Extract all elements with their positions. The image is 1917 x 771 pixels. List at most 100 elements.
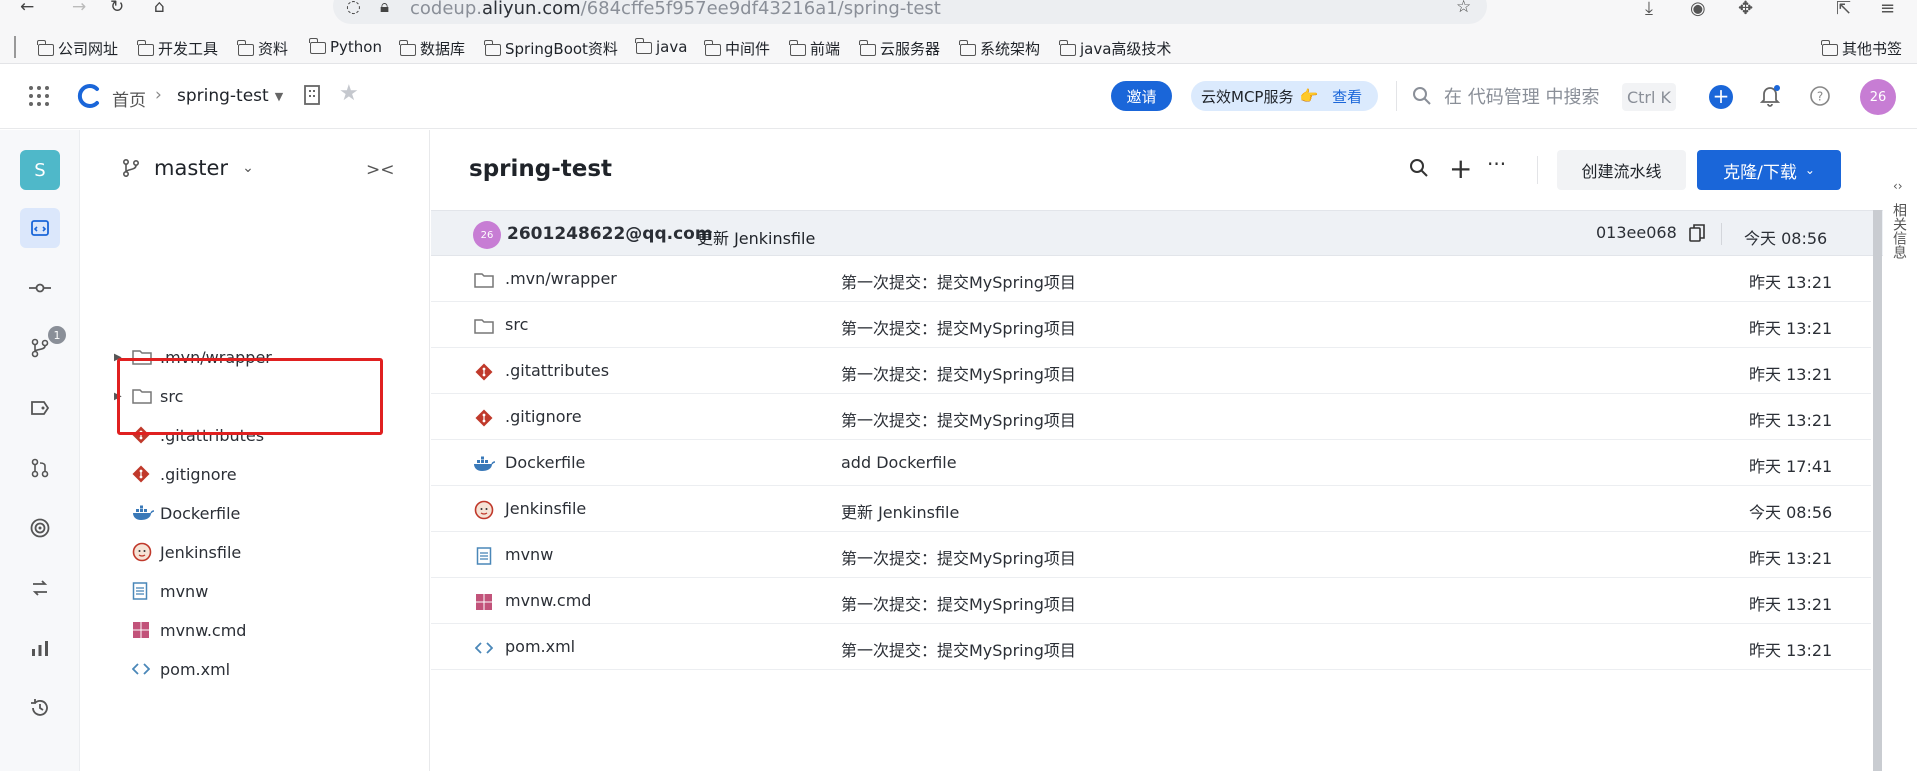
- code-home-icon[interactable]: [20, 208, 60, 248]
- create-plus-button[interactable]: +: [1709, 85, 1733, 109]
- bookmark-folder[interactable]: 系统架构: [959, 38, 1040, 59]
- history-icon[interactable]: [20, 688, 60, 728]
- bookmark-folder[interactable]: Python: [309, 38, 382, 56]
- space-avatar[interactable]: S: [20, 150, 60, 190]
- other-bookmarks[interactable]: 其他书签: [1821, 38, 1902, 59]
- commit-hash[interactable]: 013ee068: [1596, 223, 1677, 242]
- home-icon[interactable]: ⌂: [154, 0, 165, 16]
- related-info-tab[interactable]: ‹› 相关信息: [1883, 175, 1917, 275]
- bookmark-folder[interactable]: SpringBoot资料: [484, 38, 618, 59]
- bookmark-star-icon[interactable]: ☆: [1456, 0, 1471, 16]
- docker-icon: [132, 505, 160, 521]
- bookmark-folder[interactable]: 开发工具: [137, 38, 218, 59]
- table-row[interactable]: .mvn/wrapper 第一次提交：提交MySpring项目 昨天 13:21: [431, 256, 1871, 302]
- mcp-service-banner[interactable]: 云效MCP服务 👉 查看: [1191, 81, 1378, 111]
- menu-icon[interactable]: ≡: [1880, 0, 1895, 19]
- table-row[interactable]: pom.xml 第一次提交：提交MySpring项目 昨天 13:21: [431, 624, 1871, 670]
- file-commit-message[interactable]: 第一次提交：提交MySpring项目: [841, 361, 1076, 385]
- merge-request-icon[interactable]: [20, 448, 60, 488]
- scrollbar[interactable]: [1873, 210, 1882, 771]
- commits-icon[interactable]: [20, 268, 60, 308]
- clone-download-button[interactable]: 克隆/下载 ⌄: [1697, 150, 1841, 190]
- file-name[interactable]: src: [505, 315, 528, 334]
- file-name[interactable]: Dockerfile: [505, 453, 585, 472]
- breadcrumb-home[interactable]: 首页: [112, 86, 146, 111]
- file-name[interactable]: .mvn/wrapper: [505, 269, 617, 288]
- target-icon[interactable]: [20, 508, 60, 548]
- extensions-icon[interactable]: ✥: [1738, 0, 1753, 19]
- file-commit-message[interactable]: 第一次提交：提交MySpring项目: [841, 545, 1076, 569]
- tag-icon[interactable]: [20, 388, 60, 428]
- mcp-view-link[interactable]: 查看: [1332, 86, 1362, 107]
- commit-author[interactable]: 2601248622@qq.com: [507, 224, 713, 244]
- table-row[interactable]: .gitignore 第一次提交：提交MySpring项目 昨天 13:21: [431, 394, 1871, 440]
- bookmark-folder[interactable]: 公司网址: [37, 38, 118, 59]
- file-commit-message[interactable]: 第一次提交：提交MySpring项目: [841, 637, 1076, 661]
- search-icon[interactable]: [1409, 158, 1429, 183]
- bookmark-folder[interactable]: 数据库: [399, 38, 465, 59]
- avatar[interactable]: 26: [473, 221, 501, 249]
- user-avatar[interactable]: 26: [1860, 79, 1896, 115]
- bookmark-folder[interactable]: 中间件: [704, 38, 770, 59]
- tree-item-file[interactable]: mvnw.cmd: [114, 617, 246, 643]
- reload-icon[interactable]: ↻: [110, 0, 124, 16]
- file-commit-message[interactable]: add Dockerfile: [841, 453, 957, 472]
- bar-chart-icon[interactable]: [20, 628, 60, 668]
- bookmark-folder[interactable]: 云服务器: [859, 38, 940, 59]
- file-commit-message[interactable]: 第一次提交：提交MySpring项目: [841, 407, 1076, 431]
- file-name[interactable]: .gitignore: [505, 407, 582, 426]
- copy-icon[interactable]: [1689, 224, 1705, 246]
- breadcrumb-repo[interactable]: spring-test ▼: [177, 86, 283, 106]
- jenkins-icon: [132, 542, 160, 562]
- codeup-logo-icon[interactable]: [76, 83, 102, 109]
- bookmark-folder[interactable]: java: [635, 38, 687, 56]
- table-row[interactable]: Dockerfile add Dockerfile 昨天 17:41: [431, 440, 1871, 486]
- tree-item-file[interactable]: mvnw: [114, 578, 208, 604]
- code-file-icon: [473, 637, 495, 659]
- bookmark-folder[interactable]: java高级技术: [1059, 38, 1171, 59]
- branch-selector[interactable]: master ⌄: [122, 156, 254, 180]
- file-name[interactable]: pom.xml: [505, 637, 575, 656]
- table-row[interactable]: mvnw 第一次提交：提交MySpring项目 昨天 13:21: [431, 532, 1871, 578]
- apps-grid-icon[interactable]: [28, 85, 50, 107]
- shield-icon[interactable]: ◌: [346, 0, 361, 16]
- file-name[interactable]: mvnw: [505, 545, 553, 564]
- download-icon[interactable]: ⤓: [1645, 0, 1653, 19]
- file-commit-message[interactable]: 第一次提交：提交MySpring项目: [841, 315, 1076, 339]
- add-icon[interactable]: +: [1449, 152, 1472, 185]
- building-icon[interactable]: [303, 85, 321, 105]
- collapse-panel-icon[interactable]: ><: [366, 160, 395, 180]
- file-name[interactable]: .gitattributes: [505, 361, 609, 380]
- file-name[interactable]: mvnw.cmd: [505, 591, 591, 610]
- more-icon[interactable]: ···: [1487, 152, 1506, 176]
- file-commit-time: 昨天 13:21: [1749, 365, 1833, 384]
- star-icon[interactable]: ★: [339, 81, 359, 106]
- forward-icon[interactable]: →: [72, 0, 86, 16]
- table-row[interactable]: .gitattributes 第一次提交：提交MySpring项目 昨天 13:…: [431, 348, 1871, 394]
- tree-item-file[interactable]: .gitignore: [114, 461, 237, 487]
- table-row[interactable]: src 第一次提交：提交MySpring项目 昨天 13:21: [431, 302, 1871, 348]
- header-divider: [1396, 81, 1397, 111]
- bookmark-folder[interactable]: 前端: [789, 38, 840, 59]
- bookmark-folder[interactable]: 资料: [237, 38, 288, 59]
- commit-message[interactable]: 更新 Jenkinsfile: [697, 225, 815, 249]
- account-icon[interactable]: ◉: [1690, 0, 1706, 19]
- file-commit-message[interactable]: 第一次提交：提交MySpring项目: [841, 269, 1076, 293]
- invite-button[interactable]: 邀请: [1111, 81, 1172, 111]
- bell-icon[interactable]: [1760, 85, 1780, 107]
- file-commit-message[interactable]: 更新 Jenkinsfile: [841, 499, 959, 523]
- create-pipeline-button[interactable]: 创建流水线: [1557, 150, 1686, 190]
- file-commit-message[interactable]: 第一次提交：提交MySpring项目: [841, 591, 1076, 615]
- compare-icon[interactable]: [20, 568, 60, 608]
- tree-item-file[interactable]: Jenkinsfile: [114, 539, 241, 565]
- share-icon[interactable]: ⇱: [1836, 0, 1851, 19]
- file-name[interactable]: Jenkinsfile: [505, 499, 586, 518]
- table-row[interactable]: Jenkinsfile 更新 Jenkinsfile 今天 08:56: [431, 486, 1871, 532]
- table-row[interactable]: mvnw.cmd 第一次提交：提交MySpring项目 昨天 13:21: [431, 578, 1871, 624]
- tree-item-file[interactable]: pom.xml: [114, 656, 230, 682]
- global-search[interactable]: 在 代码管理 中搜索: [1412, 83, 1599, 109]
- back-icon[interactable]: ←: [20, 0, 34, 16]
- lock-icon[interactable]: 🔒︎: [380, 0, 389, 16]
- help-icon[interactable]: ?: [1809, 85, 1831, 107]
- tree-item-file[interactable]: Dockerfile: [114, 500, 240, 526]
